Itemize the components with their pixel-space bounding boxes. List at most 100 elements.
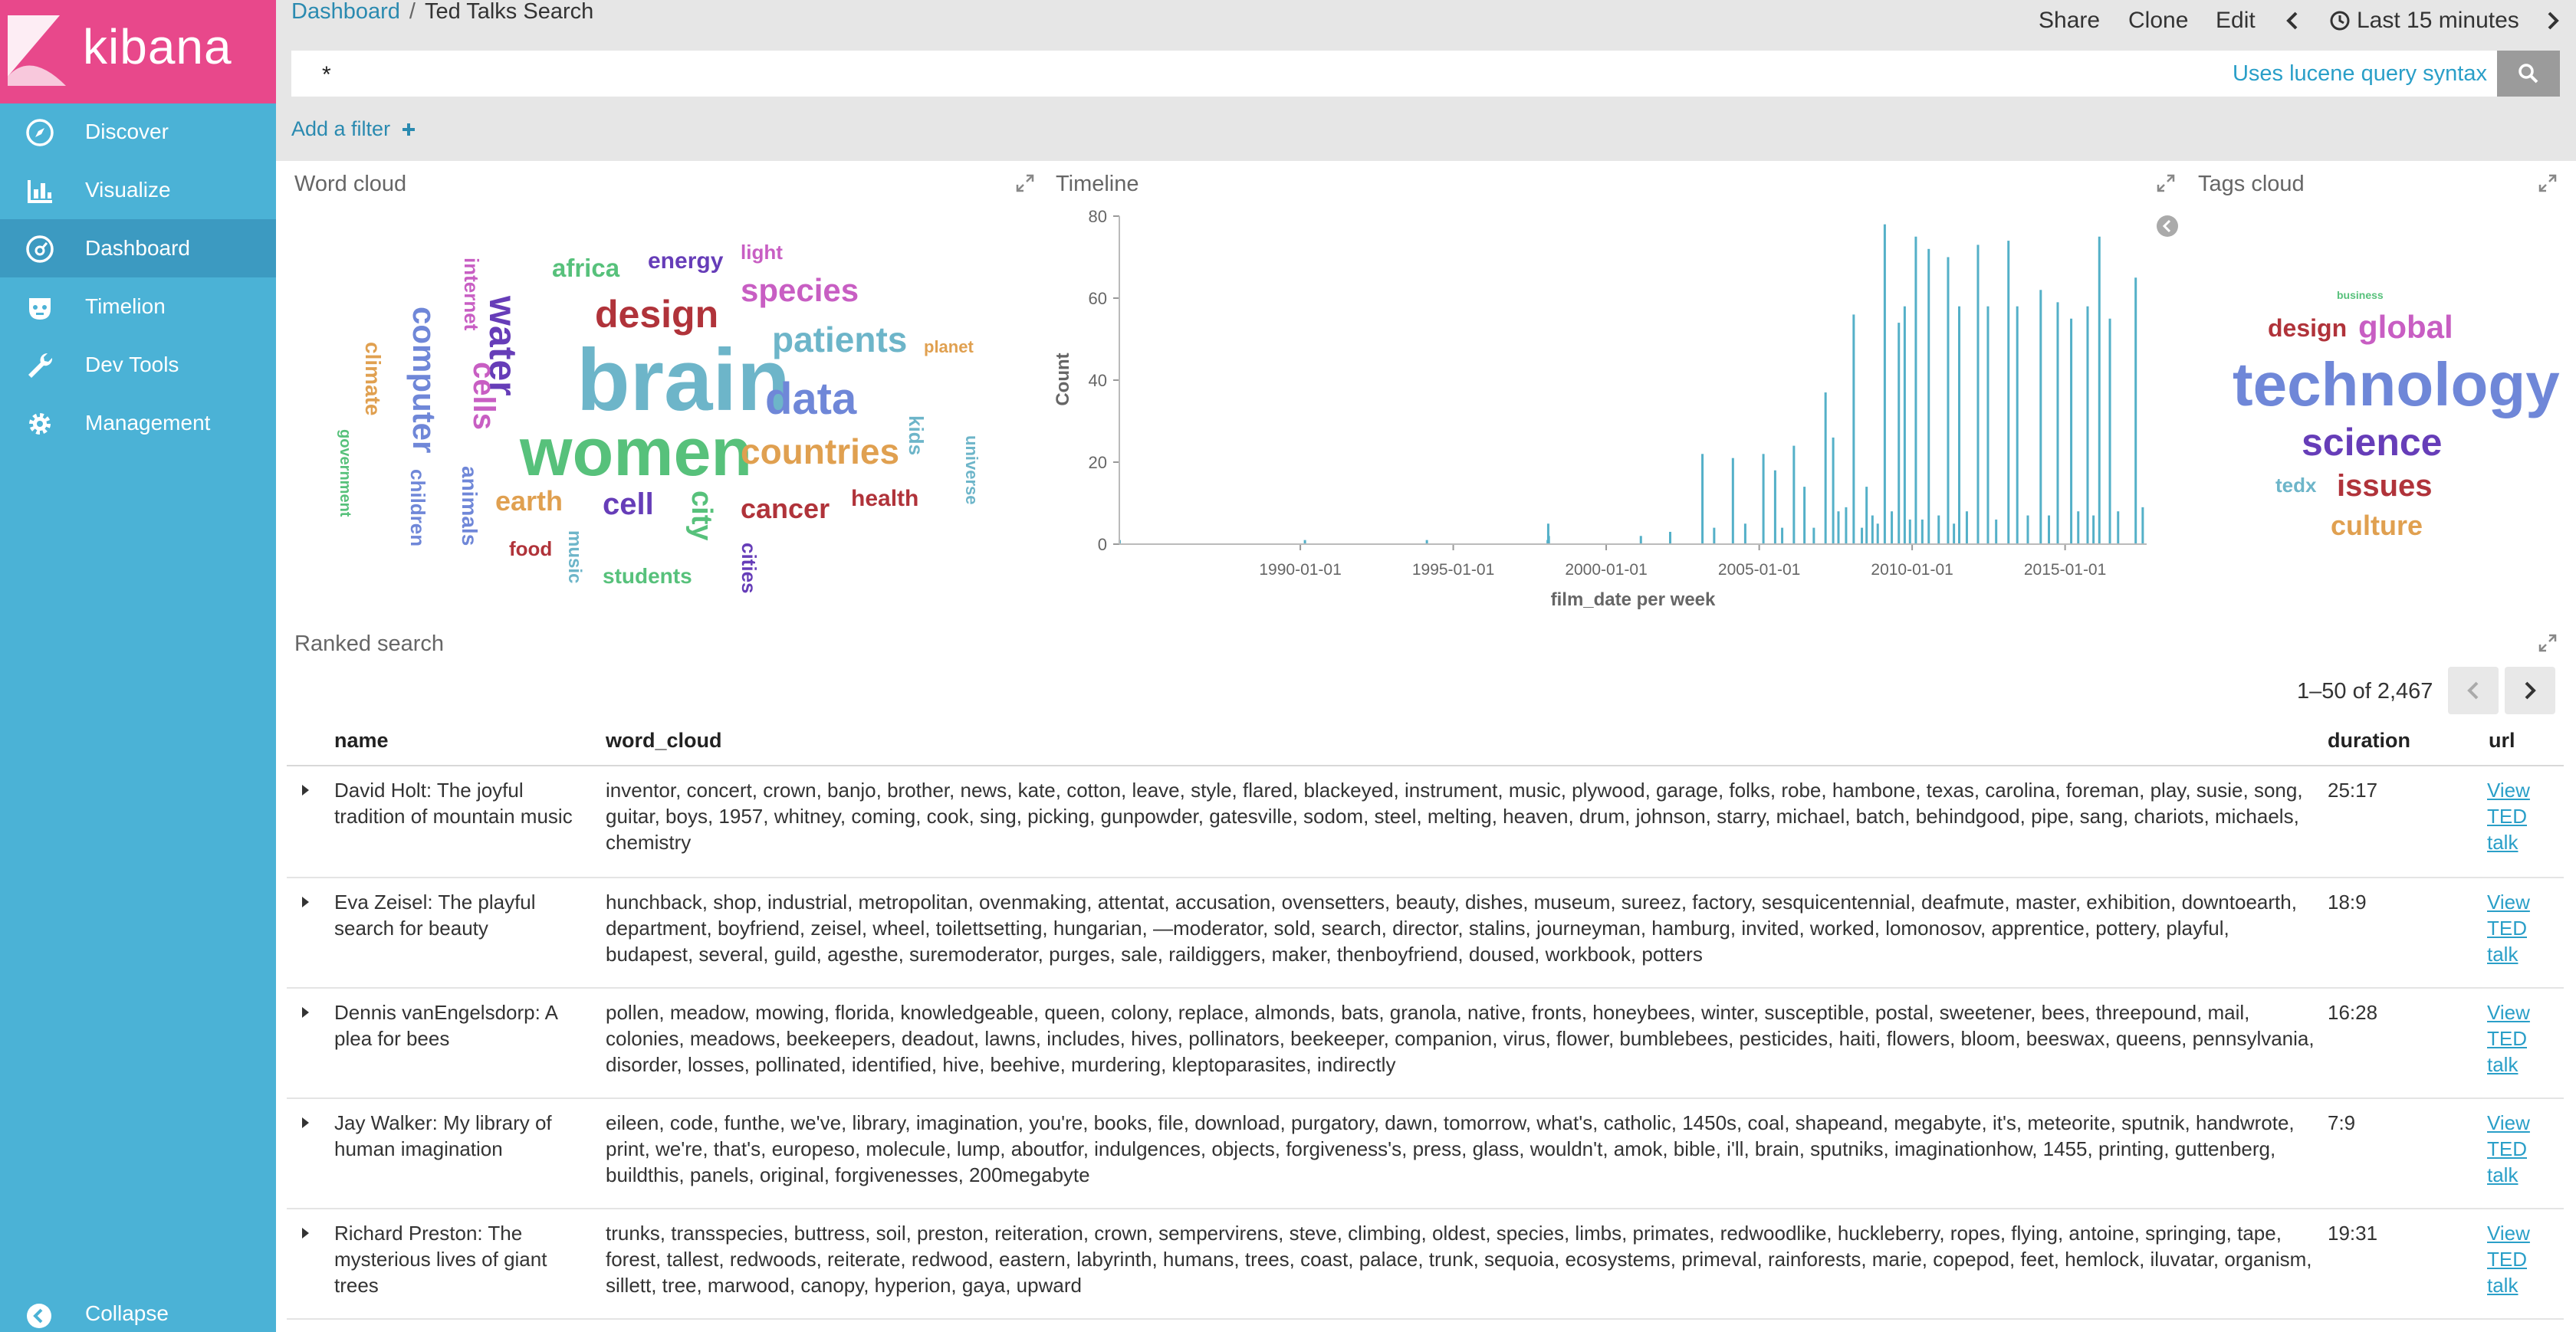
sidebar-item-dev-tools[interactable]: Dev Tools <box>0 336 276 394</box>
timeline-bar[interactable] <box>1871 515 1874 544</box>
sidebar-item-visualize[interactable]: Visualize <box>0 161 276 219</box>
expand-row-icon[interactable] <box>302 785 309 796</box>
time-range-picker[interactable]: Last 15 minutes <box>2357 7 2519 34</box>
timeline-bar[interactable] <box>1865 487 1868 544</box>
timeline-bar[interactable] <box>1824 392 1827 544</box>
word-cloud-word[interactable]: computer <box>406 307 442 453</box>
expand-icon[interactable] <box>2538 173 2558 193</box>
cell-url-link[interactable]: View TED talk <box>2487 1220 2541 1298</box>
prev-page-button[interactable] <box>2448 667 2499 714</box>
timeline-bar[interactable] <box>1883 224 1886 544</box>
timeline-bar[interactable] <box>2048 515 2051 544</box>
timeline-bar[interactable] <box>1958 306 1961 544</box>
sidebar-item-management[interactable]: Management <box>0 394 276 452</box>
timeline-bar[interactable] <box>1876 523 1879 544</box>
column-header-word-cloud[interactable]: word_cloud <box>606 729 722 753</box>
expand-row-icon[interactable] <box>302 1228 309 1238</box>
search-input[interactable]: * Uses lucene query syntax <box>291 51 2507 97</box>
timeline-bar[interactable] <box>1832 437 1835 544</box>
word-cloud-word[interactable]: health <box>851 487 918 510</box>
timeline-bar[interactable] <box>1547 536 1550 544</box>
word-cloud-word[interactable]: energy <box>648 250 723 273</box>
timeline-bar[interactable] <box>2117 511 2120 544</box>
tags-cloud-word[interactable]: business <box>2337 290 2384 300</box>
tags-cloud-word[interactable]: global <box>2358 311 2453 343</box>
word-cloud-word[interactable]: earth <box>495 487 563 515</box>
timeline-bar[interactable] <box>1731 458 1734 544</box>
timeline-bar[interactable] <box>1669 531 1672 544</box>
edit-button[interactable]: Edit <box>2216 7 2256 34</box>
word-cloud-word[interactable]: brain <box>577 337 790 425</box>
clone-button[interactable]: Clone <box>2128 7 2188 34</box>
word-cloud-word[interactable]: planet <box>924 339 974 356</box>
expand-icon[interactable] <box>1015 173 1035 193</box>
column-header-duration[interactable]: duration <box>2328 729 2410 753</box>
breadcrumb-dashboard-link[interactable]: Dashboard <box>291 0 400 24</box>
word-cloud-word[interactable]: kids <box>905 415 928 455</box>
word-cloud-word[interactable]: cells <box>467 362 501 430</box>
word-cloud-word[interactable]: music <box>564 530 585 583</box>
word-cloud-word[interactable]: patients <box>772 322 907 357</box>
timeline-bar[interactable] <box>2070 318 2073 544</box>
cell-url-link[interactable]: View TED talk <box>2487 1110 2541 1188</box>
sidebar-item-dashboard[interactable]: Dashboard <box>0 219 276 277</box>
word-cloud-word[interactable]: students <box>603 566 692 587</box>
tags-cloud-word[interactable]: issues <box>2337 471 2433 501</box>
expand-row-icon[interactable] <box>302 1117 309 1128</box>
timeline-bar[interactable] <box>1976 244 1980 544</box>
timeline-bar[interactable] <box>2098 236 2101 544</box>
kibana-logo[interactable]: kibana <box>0 0 276 103</box>
tags-cloud-word[interactable]: tedx <box>2275 475 2316 495</box>
expand-icon[interactable] <box>2538 633 2558 653</box>
expand-row-icon[interactable] <box>302 1007 309 1018</box>
timeline-bar[interactable] <box>2039 290 2042 544</box>
timeline-bar[interactable] <box>2026 515 2029 544</box>
timeline-bar[interactable] <box>1812 527 1815 544</box>
tags-cloud-word[interactable]: design <box>2268 316 2347 340</box>
timeline-bar[interactable] <box>1986 306 1990 544</box>
sidebar-item-timelion[interactable]: Timelion <box>0 277 276 336</box>
word-cloud-word[interactable]: government <box>337 429 353 517</box>
timeline-bar[interactable] <box>2141 507 2144 544</box>
timeline-bar[interactable] <box>1947 257 1950 545</box>
timeline-bar[interactable] <box>1845 507 1848 544</box>
timeline-bar[interactable] <box>1861 527 1864 544</box>
add-filter-button[interactable]: Add a filter <box>291 117 416 141</box>
word-cloud-word[interactable]: data <box>765 377 856 422</box>
timeline-bar[interactable] <box>2007 241 2010 544</box>
word-cloud-word[interactable]: countries <box>741 434 899 469</box>
column-header-name[interactable]: name <box>334 729 389 753</box>
tags-cloud-word[interactable]: technology <box>2233 354 2560 415</box>
timeline-bar[interactable] <box>1921 519 1924 544</box>
collapse-button[interactable]: Collapse <box>0 1295 276 1332</box>
timeline-bar[interactable] <box>2134 277 2137 544</box>
timeline-bar[interactable] <box>1743 523 1746 544</box>
word-cloud-word[interactable]: cell <box>603 489 654 520</box>
word-cloud-word[interactable]: food <box>509 539 552 559</box>
cell-url-link[interactable]: View TED talk <box>2487 889 2541 967</box>
timeline-bar[interactable] <box>1927 248 1930 544</box>
word-cloud-word[interactable]: women <box>520 418 752 486</box>
search-button[interactable] <box>2497 51 2560 97</box>
word-cloud-word[interactable]: cities <box>738 543 761 594</box>
word-cloud-word[interactable]: children <box>406 469 429 546</box>
word-cloud-word[interactable]: animals <box>458 466 481 546</box>
word-cloud-word[interactable]: africa <box>552 255 619 281</box>
sidebar-item-discover[interactable]: Discover <box>0 103 276 161</box>
timeline-bar[interactable] <box>1995 519 1998 544</box>
timeline-bar[interactable] <box>1639 536 1642 544</box>
timeline-bar[interactable] <box>2077 511 2080 544</box>
word-cloud-word[interactable]: light <box>741 242 783 262</box>
cell-url-link[interactable]: View TED talk <box>2487 999 2541 1078</box>
timeline-bar[interactable] <box>1837 511 1840 544</box>
next-page-button[interactable] <box>2505 667 2555 714</box>
timeline-bar[interactable] <box>1908 519 1911 544</box>
timeline-bar[interactable] <box>1898 323 1901 544</box>
expand-icon[interactable] <box>2156 173 2176 193</box>
timeline-bar[interactable] <box>2086 306 2089 544</box>
timeline-bar[interactable] <box>1773 470 1776 544</box>
lucene-syntax-link[interactable]: Uses lucene query syntax <box>2233 61 2487 87</box>
tags-cloud-word[interactable]: culture <box>2331 512 2423 540</box>
timeline-bar[interactable] <box>1803 487 1806 544</box>
cell-url-link[interactable]: View TED talk <box>2487 777 2541 855</box>
